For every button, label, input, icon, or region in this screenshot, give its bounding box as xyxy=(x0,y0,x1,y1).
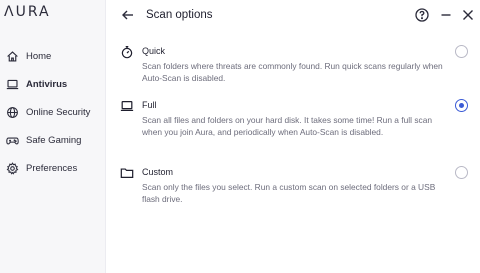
scan-option-quick[interactable]: Quick Scan folders where threats are com… xyxy=(120,45,472,95)
full-radio[interactable] xyxy=(455,99,468,112)
sidebar-item-label: Safe Gaming xyxy=(26,134,82,146)
home-icon xyxy=(4,48,20,64)
sidebar-item-label: Preferences xyxy=(26,162,78,174)
option-description: Scan all files and folders on your hard … xyxy=(142,115,433,138)
gear-icon xyxy=(4,160,20,176)
sidebar-item-antivirus[interactable]: Antivirus xyxy=(0,70,106,98)
sidebar-nav: Home Antivirus Online Security Safe Gami… xyxy=(0,42,106,182)
back-arrow-icon[interactable] xyxy=(120,7,136,23)
option-title: Quick xyxy=(142,46,166,56)
folder-icon xyxy=(120,166,134,180)
sidebar-item-home[interactable]: Home xyxy=(0,42,106,70)
option-title: Full xyxy=(142,100,157,110)
sidebar-item-label: Antivirus xyxy=(26,78,68,90)
sidebar: ΛURA Home Antivirus Online Security Safe… xyxy=(0,0,106,273)
close-icon[interactable] xyxy=(460,7,476,23)
help-icon[interactable] xyxy=(414,7,430,23)
custom-radio[interactable] xyxy=(455,166,468,179)
sidebar-item-online-security[interactable]: Online Security xyxy=(0,98,106,126)
scan-option-custom[interactable]: Custom Scan only the files you select. R… xyxy=(120,166,472,216)
gamepad-icon xyxy=(4,132,20,148)
sidebar-item-label: Online Security xyxy=(26,106,91,118)
quick-radio[interactable] xyxy=(455,45,468,58)
option-description: Scan only the files you select. Run a cu… xyxy=(142,182,436,205)
header: Scan options xyxy=(106,0,480,30)
laptop-icon xyxy=(4,76,20,92)
scan-option-full[interactable]: Full Scan all files and folders on your … xyxy=(120,99,472,159)
option-description: Scan folders where threats are commonly … xyxy=(142,61,443,84)
page-title: Scan options xyxy=(146,9,213,21)
minimize-icon[interactable] xyxy=(438,7,454,23)
sidebar-item-label: Home xyxy=(26,50,52,62)
aura-logo: ΛURA xyxy=(4,4,51,20)
option-title: Custom xyxy=(142,167,174,177)
sidebar-item-safe-gaming[interactable]: Safe Gaming xyxy=(0,126,106,154)
sidebar-item-preferences[interactable]: Preferences xyxy=(0,154,106,182)
globe-icon xyxy=(4,104,20,120)
stopwatch-icon xyxy=(120,45,134,59)
laptop-icon xyxy=(120,99,134,113)
